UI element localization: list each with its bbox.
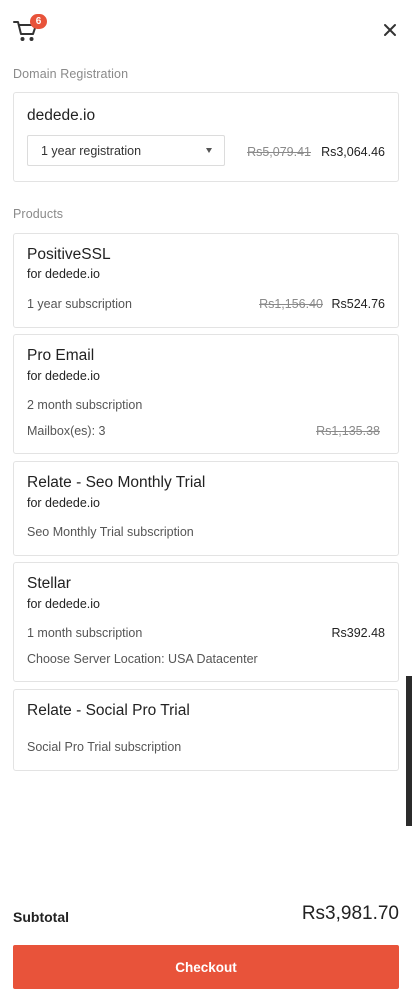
product-subscription: Social Pro Trial subscription: [27, 740, 182, 754]
domain-name: dedede.io: [27, 107, 96, 124]
domain-price-new: Rs3,064.46: [321, 145, 385, 159]
product-card-social-pro-trial: Relate - Social Pro Trial Social Pro Tri…: [13, 689, 399, 771]
subtotal-label: Subtotal: [13, 909, 69, 925]
checkout-button[interactable]: Checkout: [13, 945, 399, 989]
product-subscription: 1 year subscription: [27, 297, 132, 311]
product-price-old: Rs1,135.38: [316, 424, 380, 438]
product-domain: for dedede.io: [27, 267, 100, 281]
registration-term-value: 1 year registration: [41, 144, 142, 158]
product-title: Relate - Social Pro Trial: [27, 702, 190, 719]
product-title: PositiveSSL: [27, 246, 111, 263]
product-price-new: Rs392.48: [331, 626, 385, 640]
product-card-stellar: Stellar for dedede.io 1 month subscripti…: [13, 562, 399, 682]
registration-term-select[interactable]: 1 year registration: [27, 135, 225, 166]
product-subscription: 1 month subscription: [27, 626, 143, 640]
domain-price-old: Rs5,079.41: [247, 145, 311, 159]
domain-card: dedede.io 1 year registration Rs5,079.41…: [13, 92, 399, 182]
products-section-label: Products: [13, 207, 64, 221]
product-price-new: Rs524.76: [331, 297, 385, 311]
product-title: Pro Email: [27, 347, 95, 364]
product-subscription: Seo Monthly Trial subscription: [27, 525, 194, 539]
chevron-down-icon: [206, 148, 212, 153]
product-title: Stellar: [27, 575, 71, 592]
cart-count-badge: 6: [30, 14, 47, 29]
product-subscription: 2 month subscription: [27, 398, 143, 412]
subtotal-value: Rs3,981.70: [301, 903, 399, 924]
domain-section-label: Domain Registration: [13, 67, 129, 81]
product-card-pro-email: Pro Email for dedede.io 2 month subscrip…: [13, 334, 399, 454]
product-title: Relate - Seo Monthly Trial: [27, 474, 206, 491]
background-page-edge: [406, 676, 412, 826]
product-mailboxes: Mailbox(es): 3: [27, 424, 106, 438]
close-icon[interactable]: [382, 22, 398, 38]
product-card-positivessl: PositiveSSL for dedede.io 1 year subscri…: [13, 233, 399, 328]
product-domain: for dedede.io: [27, 597, 100, 611]
cart-header: 6: [0, 0, 412, 60]
product-card-seo-monthly-trial: Relate - Seo Monthly Trial for dedede.io…: [13, 461, 399, 556]
product-price-old: Rs1,156.40: [259, 297, 323, 311]
product-domain: for dedede.io: [27, 369, 100, 383]
product-server-location: Choose Server Location: USA Datacenter: [27, 652, 258, 666]
product-domain: for dedede.io: [27, 496, 100, 510]
